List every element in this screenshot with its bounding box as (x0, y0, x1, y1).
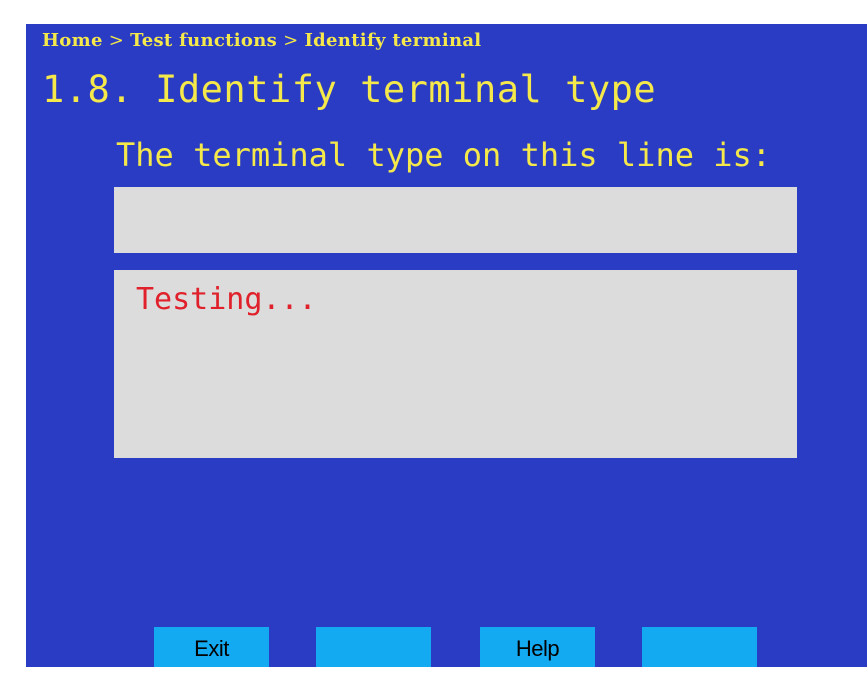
breadcrumb: Home > Test functions > Identify terminal (42, 30, 481, 51)
breadcrumb-home[interactable]: Home (42, 30, 103, 51)
help-button[interactable]: Help (480, 627, 595, 667)
page-title: 1.8. Identify terminal type (42, 68, 656, 111)
terminal-type-prompt: The terminal type on this line is: (116, 136, 772, 174)
status-text: Testing... (136, 282, 317, 317)
breadcrumb-separator: > (108, 30, 125, 51)
softkey-2-button[interactable] (316, 627, 431, 667)
terminal-type-result-field (114, 187, 797, 253)
softkey-4-button[interactable] (642, 627, 757, 667)
terminal-screen: Home > Test functions > Identify terminal 1.… (26, 24, 867, 667)
page-title-text: Identify terminal type (155, 68, 657, 111)
breadcrumb-separator: > (283, 30, 299, 51)
breadcrumb-identify-terminal: Identify terminal (304, 30, 482, 51)
page-title-number: 1.8. (42, 68, 134, 111)
status-panel: Testing... (114, 270, 797, 458)
exit-button[interactable]: Exit (154, 627, 269, 667)
breadcrumb-test-functions[interactable]: Test functions (130, 30, 277, 51)
